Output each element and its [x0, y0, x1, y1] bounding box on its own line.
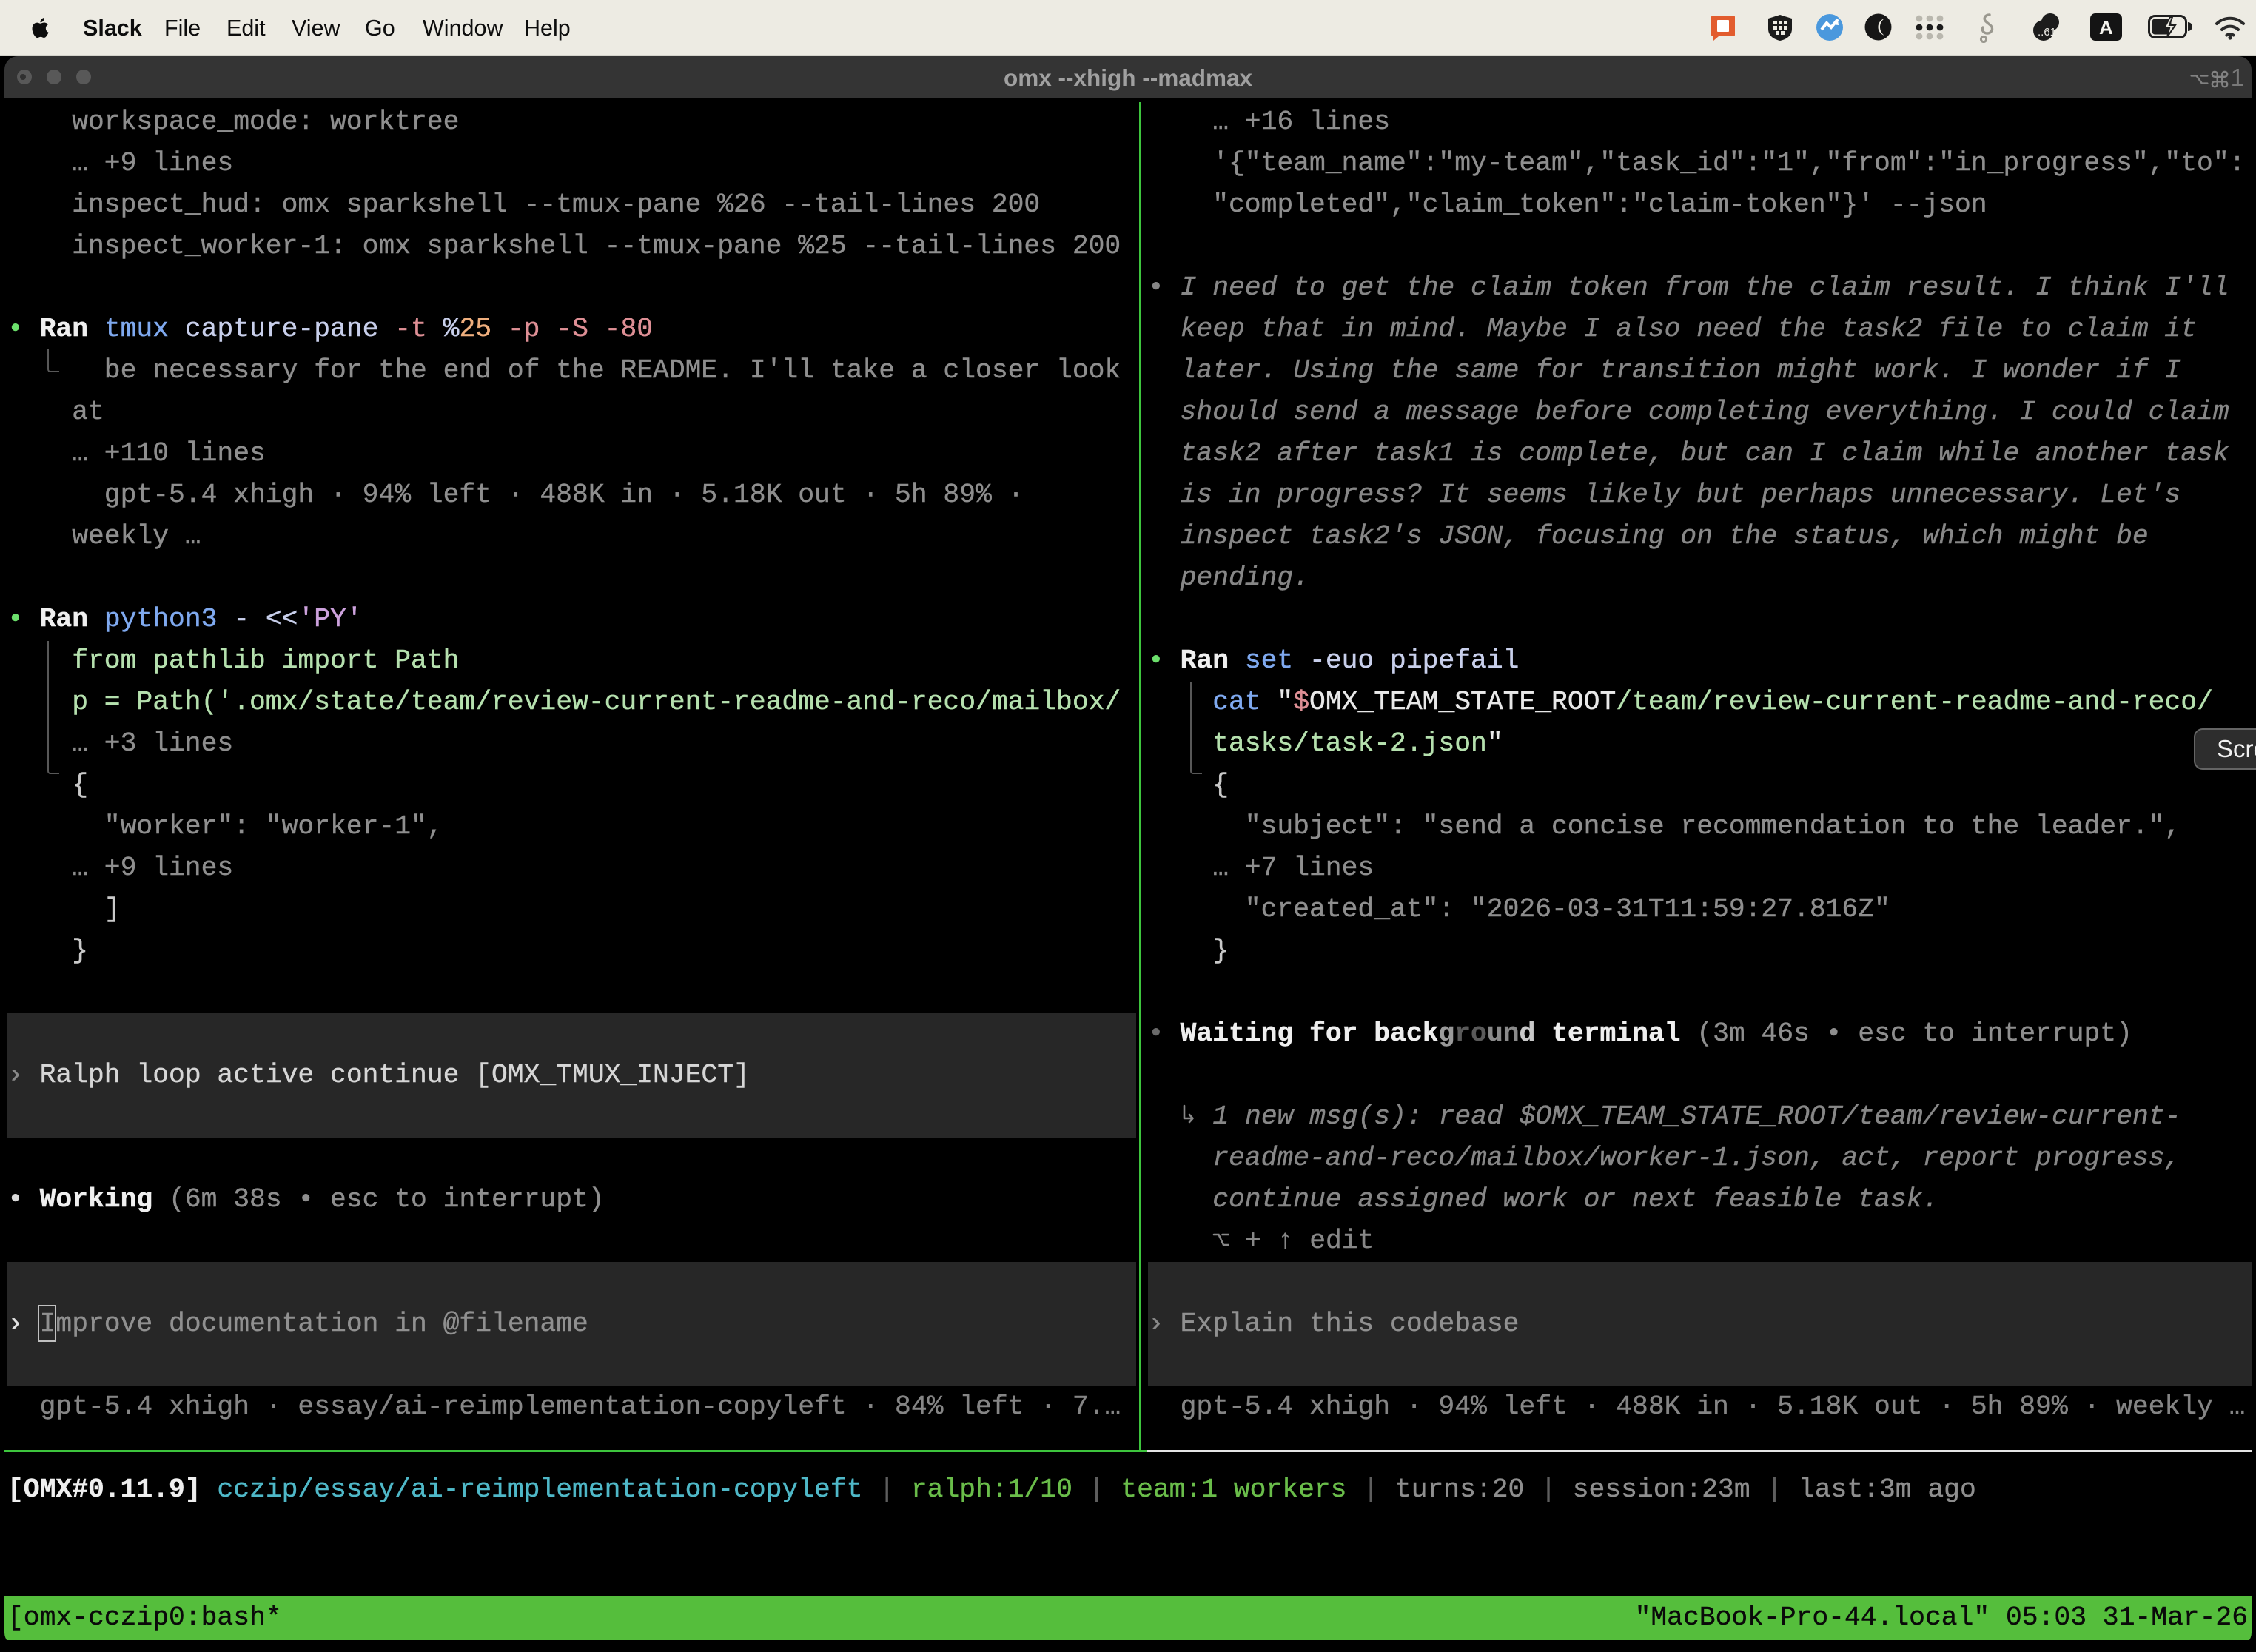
svg-text:..61: ..61 — [2038, 26, 2056, 38]
svg-text:A: A — [2099, 16, 2113, 38]
